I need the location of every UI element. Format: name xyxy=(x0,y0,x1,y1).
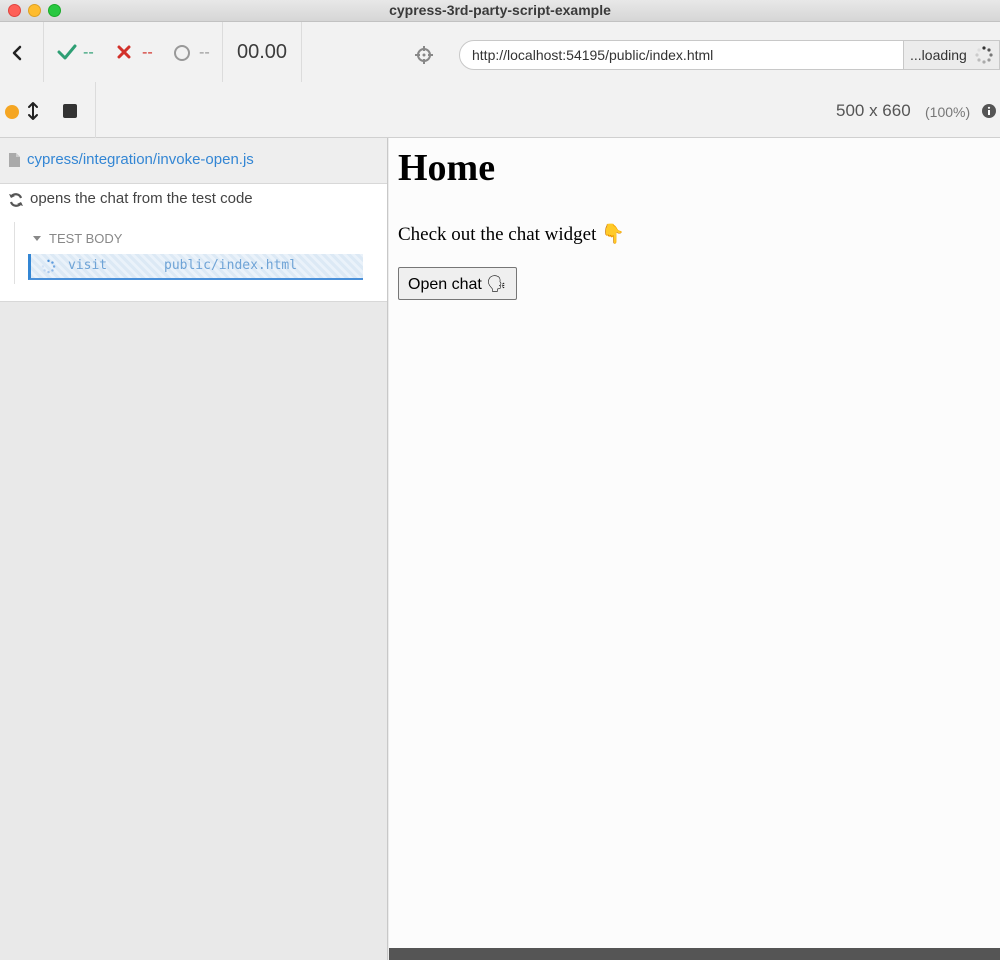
page-paragraph: Check out the chat widget 👇 xyxy=(398,224,625,245)
test-runnable: opens the chat from the test code TEST B… xyxy=(0,184,387,302)
divider xyxy=(95,82,96,138)
url-bar[interactable]: http://localhost:54195/public/index.html… xyxy=(459,40,1000,70)
duration: 00.00 xyxy=(222,22,302,82)
command-message: public/index.html xyxy=(164,258,298,273)
selector-playground-button[interactable] xyxy=(414,45,434,69)
pending-count-value: -- xyxy=(199,43,210,61)
spec-header: cypress/integration/invoke-open.js xyxy=(0,138,387,184)
viewport-scale: (100%) xyxy=(925,104,971,120)
reporter-panel: cypress/integration/invoke-open.js opens… xyxy=(0,138,388,960)
open-chat-button[interactable]: Open chat 🗣 xyxy=(398,267,517,300)
hook-label: TEST BODY xyxy=(49,231,123,246)
reporter-header: -- -- -- 00.00 http://localhost:54195/pu… xyxy=(0,22,1000,82)
check-icon xyxy=(57,44,77,60)
spinner-icon xyxy=(975,46,993,64)
refresh-icon xyxy=(9,193,23,207)
file-icon xyxy=(9,153,20,167)
page-heading: Home xyxy=(398,147,496,189)
controls-header: 500 x 660 (100%) xyxy=(0,82,1000,138)
loading-indicator: ...loading xyxy=(903,41,999,69)
stop-button[interactable] xyxy=(63,104,77,118)
back-button[interactable] xyxy=(0,22,44,82)
viewport-size: 500 x 660 xyxy=(836,101,911,120)
chevron-left-icon xyxy=(12,45,22,61)
window-titlebar: cypress-3rd-party-script-example xyxy=(0,0,1000,22)
arrows-v-icon[interactable] xyxy=(27,101,39,121)
caret-down-icon xyxy=(33,236,41,241)
spinner-icon xyxy=(41,259,56,274)
url-text: http://localhost:54195/public/index.html xyxy=(472,47,714,63)
app-preview: Home Check out the chat widget 👇 Open ch… xyxy=(389,138,1000,948)
running-indicator xyxy=(5,105,19,119)
passed-count-value: -- xyxy=(83,43,94,61)
command-visit[interactable]: visit public/index.html xyxy=(28,254,363,280)
app-preview-bottom-bar xyxy=(389,948,1000,960)
info-circle-icon[interactable] xyxy=(982,104,996,118)
window-title: cypress-3rd-party-script-example xyxy=(389,2,611,18)
circle-notch-icon xyxy=(174,45,190,61)
times-icon xyxy=(117,45,131,59)
test-title: opens the chat from the test code xyxy=(30,190,253,207)
crosshairs-icon xyxy=(415,46,433,64)
loading-text: ...loading xyxy=(910,47,967,63)
command-name: visit xyxy=(68,258,108,273)
spec-file-link[interactable]: cypress/integration/invoke-open.js xyxy=(27,151,254,168)
failed-count-value: -- xyxy=(142,43,153,61)
indent-guide xyxy=(14,222,15,284)
